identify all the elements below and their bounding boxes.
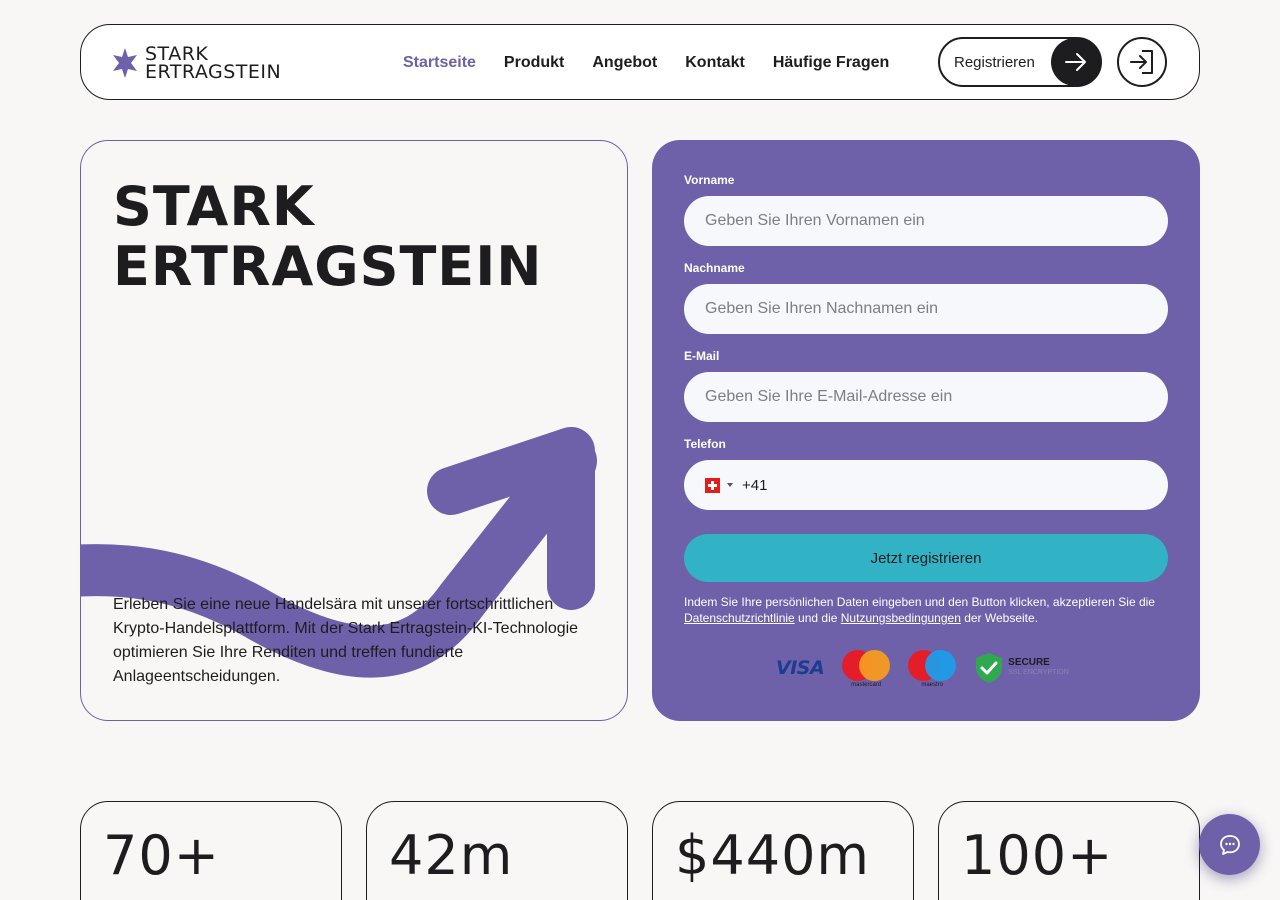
nav-links: Startseite Produkt Angebot Kontakt Häufi… <box>403 25 917 101</box>
nav-item-kontakt[interactable]: Kontakt <box>685 54 745 72</box>
login-icon <box>1130 50 1153 74</box>
logo[interactable]: STARK ERTRAGSTEIN <box>113 43 281 83</box>
mastercard-caption: mastercard <box>851 682 882 688</box>
terms-link[interactable]: Nutzungsbedingungen <box>841 611 961 625</box>
swiss-flag-icon[interactable] <box>705 477 720 493</box>
first-name-label: Vorname <box>684 173 735 187</box>
email-input[interactable] <box>684 372 1168 422</box>
hero-card: STARK ERTRAGSTEIN Erleben Sie eine neue … <box>80 140 628 721</box>
nav-item-produkt[interactable]: Produkt <box>504 54 564 72</box>
logo-line-2: ERTRAGSTEIN <box>145 61 282 83</box>
secure-subtitle: SSL ENCRYPTION <box>1008 669 1069 676</box>
ssl-secure-badge: SECURE SSL ENCRYPTION <box>974 652 1069 684</box>
nav-item-startseite[interactable]: Startseite <box>403 54 476 72</box>
chat-bubble-icon <box>1219 834 1240 855</box>
chevron-down-icon[interactable] <box>727 483 733 487</box>
privacy-policy-link[interactable]: Datenschutzrichtlinie <box>684 611 795 625</box>
phone-input[interactable]: +41 <box>684 460 1168 510</box>
visa-logo: VISA <box>776 657 825 679</box>
mastercard-logo: mastercard <box>842 648 891 688</box>
register-button[interactable]: Registrieren <box>938 37 1102 87</box>
maestro-caption: maestro <box>921 682 944 688</box>
stat-card: $440m <box>652 801 914 900</box>
payment-logos: VISA mastercard maestro SECURE SSL ENCRY… <box>776 648 1069 688</box>
hero-title-line-1: STARK <box>113 175 315 238</box>
phone-label: Telefon <box>684 437 726 451</box>
login-button[interactable] <box>1117 37 1167 87</box>
stat-card: 100+ <box>938 801 1200 900</box>
register-button-label: Registrieren <box>954 53 1035 71</box>
hero-title: STARK ERTRAGSTEIN <box>113 177 542 297</box>
last-name-input[interactable] <box>684 284 1168 334</box>
chat-button[interactable] <box>1199 814 1260 875</box>
nav-item-angebot[interactable]: Angebot <box>592 54 657 72</box>
phone-dial-code: +41 <box>742 476 768 494</box>
submit-register-button[interactable]: Jetzt registrieren <box>684 534 1168 582</box>
arrow-right-icon <box>1051 38 1101 86</box>
stat-value: 70+ <box>103 824 220 887</box>
top-navigation: STARK ERTRAGSTEIN Startseite Produkt Ang… <box>80 24 1200 100</box>
maestro-logo: maestro <box>908 648 957 688</box>
consent-before: Indem Sie Ihre persönlichen Daten eingeb… <box>684 595 1155 609</box>
stat-value: 100+ <box>961 824 1114 887</box>
consent-middle: und die <box>794 611 841 625</box>
stat-card: 70+ <box>80 801 342 900</box>
stat-card: 42m <box>366 801 628 900</box>
shield-check-icon <box>976 653 1003 683</box>
hero-description: Erleben Sie eine neue Handelsära mit uns… <box>113 596 579 685</box>
email-label: E-Mail <box>684 349 720 363</box>
first-name-input[interactable] <box>684 196 1168 246</box>
star-logo-icon <box>113 48 137 78</box>
stat-value: $440m <box>675 824 871 887</box>
consent-text: Indem Sie Ihre persönlichen Daten eingeb… <box>684 594 1174 626</box>
nav-item-faq[interactable]: Häufige Fragen <box>773 54 889 72</box>
last-name-label: Nachname <box>684 261 745 275</box>
consent-after: der Webseite. <box>960 611 1039 625</box>
registration-form: Vorname Nachname E-Mail Telefon +41 Jetz… <box>652 140 1200 721</box>
stat-value: 42m <box>389 824 514 887</box>
logo-wordmark: STARK ERTRAGSTEIN <box>145 45 282 83</box>
secure-title: SECURE <box>1008 657 1050 668</box>
